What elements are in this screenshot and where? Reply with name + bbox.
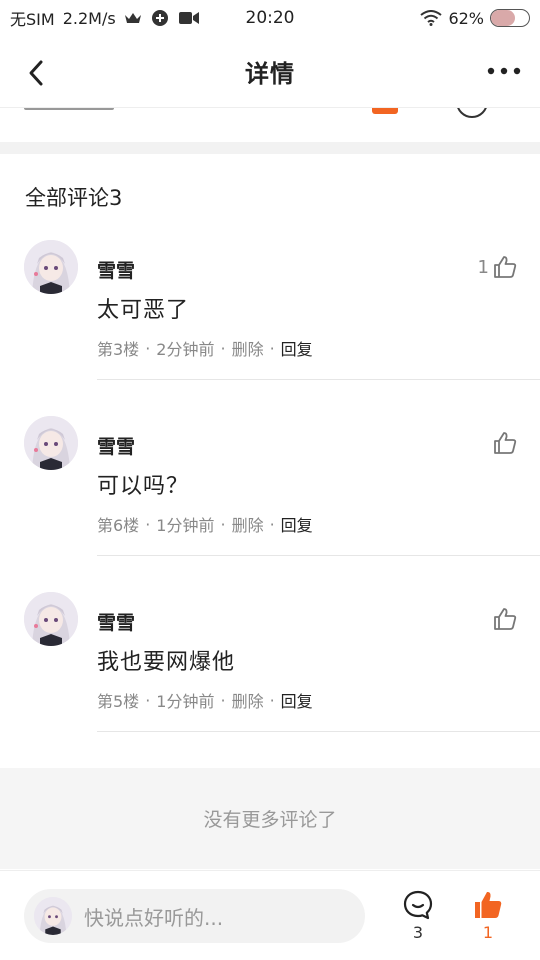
comment-like-button[interactable] (489, 430, 518, 456)
meta-separator: · (145, 514, 151, 534)
no-more-text: 没有更多评论了 (203, 809, 337, 831)
page-title: 详情 (245, 60, 295, 88)
comment-divider (97, 555, 540, 556)
battery-text: 62% (448, 8, 484, 28)
chevron-left-icon (29, 60, 43, 86)
post-action-icon-fragment[interactable] (456, 108, 488, 118)
reply-button[interactable]: 回复 (281, 688, 313, 712)
meta-separator: · (269, 514, 275, 534)
game-icon (150, 8, 170, 28)
meta-separator: · (145, 338, 151, 358)
comment-time: 1分钟前 (156, 516, 215, 535)
comment-meta: 第3楼 · 2分钟前 · 删除 · 回复 (97, 336, 313, 360)
carrier-text: 无SIM (10, 10, 55, 29)
crown-icon (124, 11, 142, 25)
comment-bubble-icon (403, 890, 433, 920)
no-more-comments: 没有更多评论了 (0, 768, 540, 869)
avatar[interactable] (24, 416, 78, 470)
comment-author[interactable]: 雪雪 (97, 256, 135, 283)
thumbs-up-filled-icon (475, 891, 502, 918)
comment-divider (97, 731, 540, 732)
avatar[interactable] (24, 240, 78, 294)
comment-count: 3 (412, 923, 424, 942)
delete-button[interactable]: 删除 (232, 336, 264, 360)
post-like-icon-fragment[interactable] (372, 108, 398, 114)
like-count: 1 (482, 923, 494, 942)
comment-like-button[interactable]: 1 (478, 254, 518, 280)
comment-divider (97, 379, 540, 380)
network-speed: 2.2M/s (62, 8, 116, 28)
scrolled-text-fragment (24, 108, 114, 110)
bottom-bar: 快说点好听的... 3 1 (0, 870, 540, 960)
battery-level (491, 10, 515, 26)
meta-separator: · (269, 338, 275, 358)
scrolled-post-actions (0, 108, 540, 142)
comment-text: 我也要网爆他 (97, 650, 236, 675)
meta-separator: · (145, 690, 151, 710)
reply-button[interactable]: 回复 (281, 512, 313, 536)
status-right: 62% (420, 9, 530, 28)
meta-separator: · (220, 338, 226, 358)
comment-like-button[interactable] (489, 606, 518, 632)
comment-item: 雪雪 太可恶了 第3楼 · 2分钟前 · 删除 · 回复 1 (0, 240, 540, 416)
input-placeholder: 快说点好听的... (84, 905, 224, 930)
back-button[interactable] (22, 58, 52, 88)
comment-time: 2分钟前 (156, 340, 215, 359)
comment-time: 1分钟前 (156, 692, 215, 711)
thumbs-up-icon (494, 432, 517, 454)
comments-button[interactable]: 3 (398, 889, 438, 942)
comment-item: 雪雪 可以吗？ 第6楼 · 1分钟前 · 删除 · 回复 (0, 416, 540, 592)
screen: 无SIM 2.2M/s 20:20 62% 详情 全部评论3 雪雪 太可恶了 第… (0, 0, 540, 960)
nav-bar: 详情 (0, 36, 540, 108)
comment-item: 雪雪 我也要网爆他 第5楼 · 1分钟前 · 删除 · 回复 (0, 592, 540, 768)
more-dots-icon (487, 67, 521, 75)
comment-like-count: 1 (477, 256, 489, 278)
meta-separator: · (220, 514, 226, 534)
section-divider (0, 142, 540, 154)
wifi-icon (420, 10, 443, 26)
comment-text: 可以吗？ (97, 474, 190, 499)
more-button[interactable] (486, 56, 522, 86)
comment-input[interactable]: 快说点好听的... (24, 889, 365, 943)
comment-author[interactable]: 雪雪 (97, 608, 135, 635)
comment-floor: 第3楼 (97, 340, 140, 359)
delete-button[interactable]: 删除 (232, 512, 264, 536)
comments-header: 全部评论3 (25, 186, 123, 210)
video-icon (178, 10, 200, 26)
comment-meta: 第6楼 · 1分钟前 · 删除 · 回复 (97, 512, 313, 536)
delete-button[interactable]: 删除 (232, 688, 264, 712)
thumbs-up-icon (494, 256, 517, 278)
reply-button[interactable]: 回复 (281, 336, 313, 360)
meta-separator: · (269, 690, 275, 710)
comment-author[interactable]: 雪雪 (97, 432, 135, 459)
status-bar: 无SIM 2.2M/s 20:20 62% (0, 0, 540, 36)
comment-floor: 第6楼 (97, 516, 140, 535)
thumbs-up-icon (494, 608, 517, 630)
avatar[interactable] (24, 592, 78, 646)
avatar (34, 897, 72, 935)
comment-text: 太可恶了 (97, 298, 190, 323)
meta-separator: · (220, 690, 226, 710)
comment-floor: 第5楼 (97, 692, 140, 711)
like-button[interactable]: 1 (468, 889, 508, 942)
battery-icon (490, 9, 530, 27)
comment-meta: 第5楼 · 1分钟前 · 删除 · 回复 (97, 688, 313, 712)
status-left: 无SIM 2.2M/s (10, 6, 200, 30)
